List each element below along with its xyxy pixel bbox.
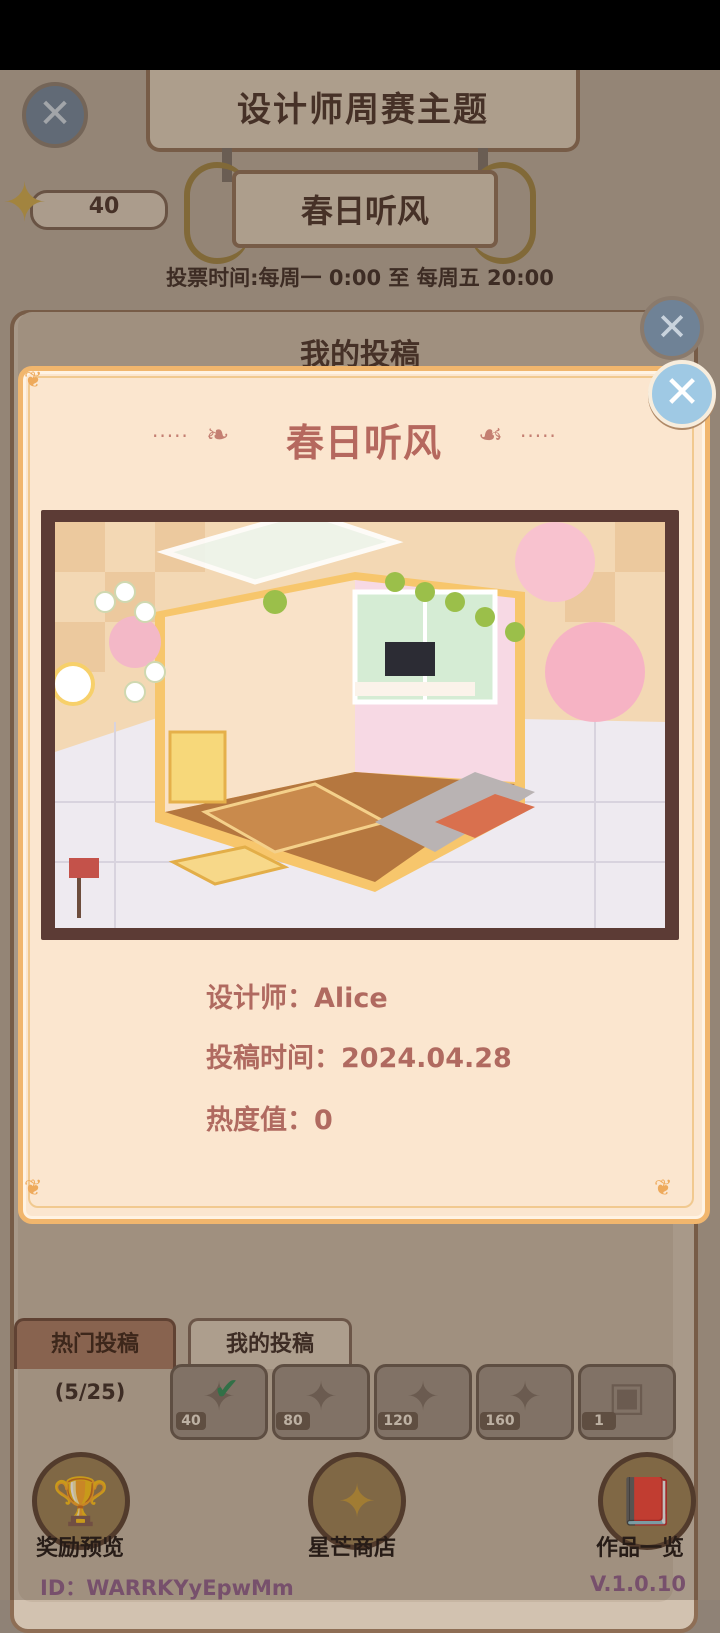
modal-title: 春日听风 (285, 421, 442, 465)
heat-label: 热度值： (206, 1105, 314, 1136)
room-illustration (55, 522, 665, 928)
title-dots: ····· (520, 424, 557, 448)
close-icon: ✕ (656, 305, 688, 349)
artwork-image[interactable] (55, 522, 665, 928)
corner-ornament: ❦ (654, 1176, 673, 1201)
designer-name: Alice (314, 983, 388, 1014)
heat-info: 热度值：0 (206, 1098, 333, 1137)
submit-time-value: 2024.04.28 (341, 1043, 512, 1074)
designer-label: 设计师： (206, 983, 314, 1014)
close-icon: ✕ (663, 367, 701, 418)
heat-value: 0 (314, 1105, 333, 1136)
status-bar (0, 0, 720, 70)
submit-time-label: 投稿时间： (206, 1043, 341, 1074)
designer-info: 设计师：Alice (206, 976, 388, 1015)
corner-ornament: ❦ (24, 1176, 43, 1201)
corner-ornament: ❦ (24, 368, 43, 393)
submit-time-info: 投稿时间：2024.04.28 (206, 1036, 512, 1075)
flourish-right: ☙ (478, 418, 504, 451)
panel-close-button[interactable]: ✕ (640, 296, 704, 360)
